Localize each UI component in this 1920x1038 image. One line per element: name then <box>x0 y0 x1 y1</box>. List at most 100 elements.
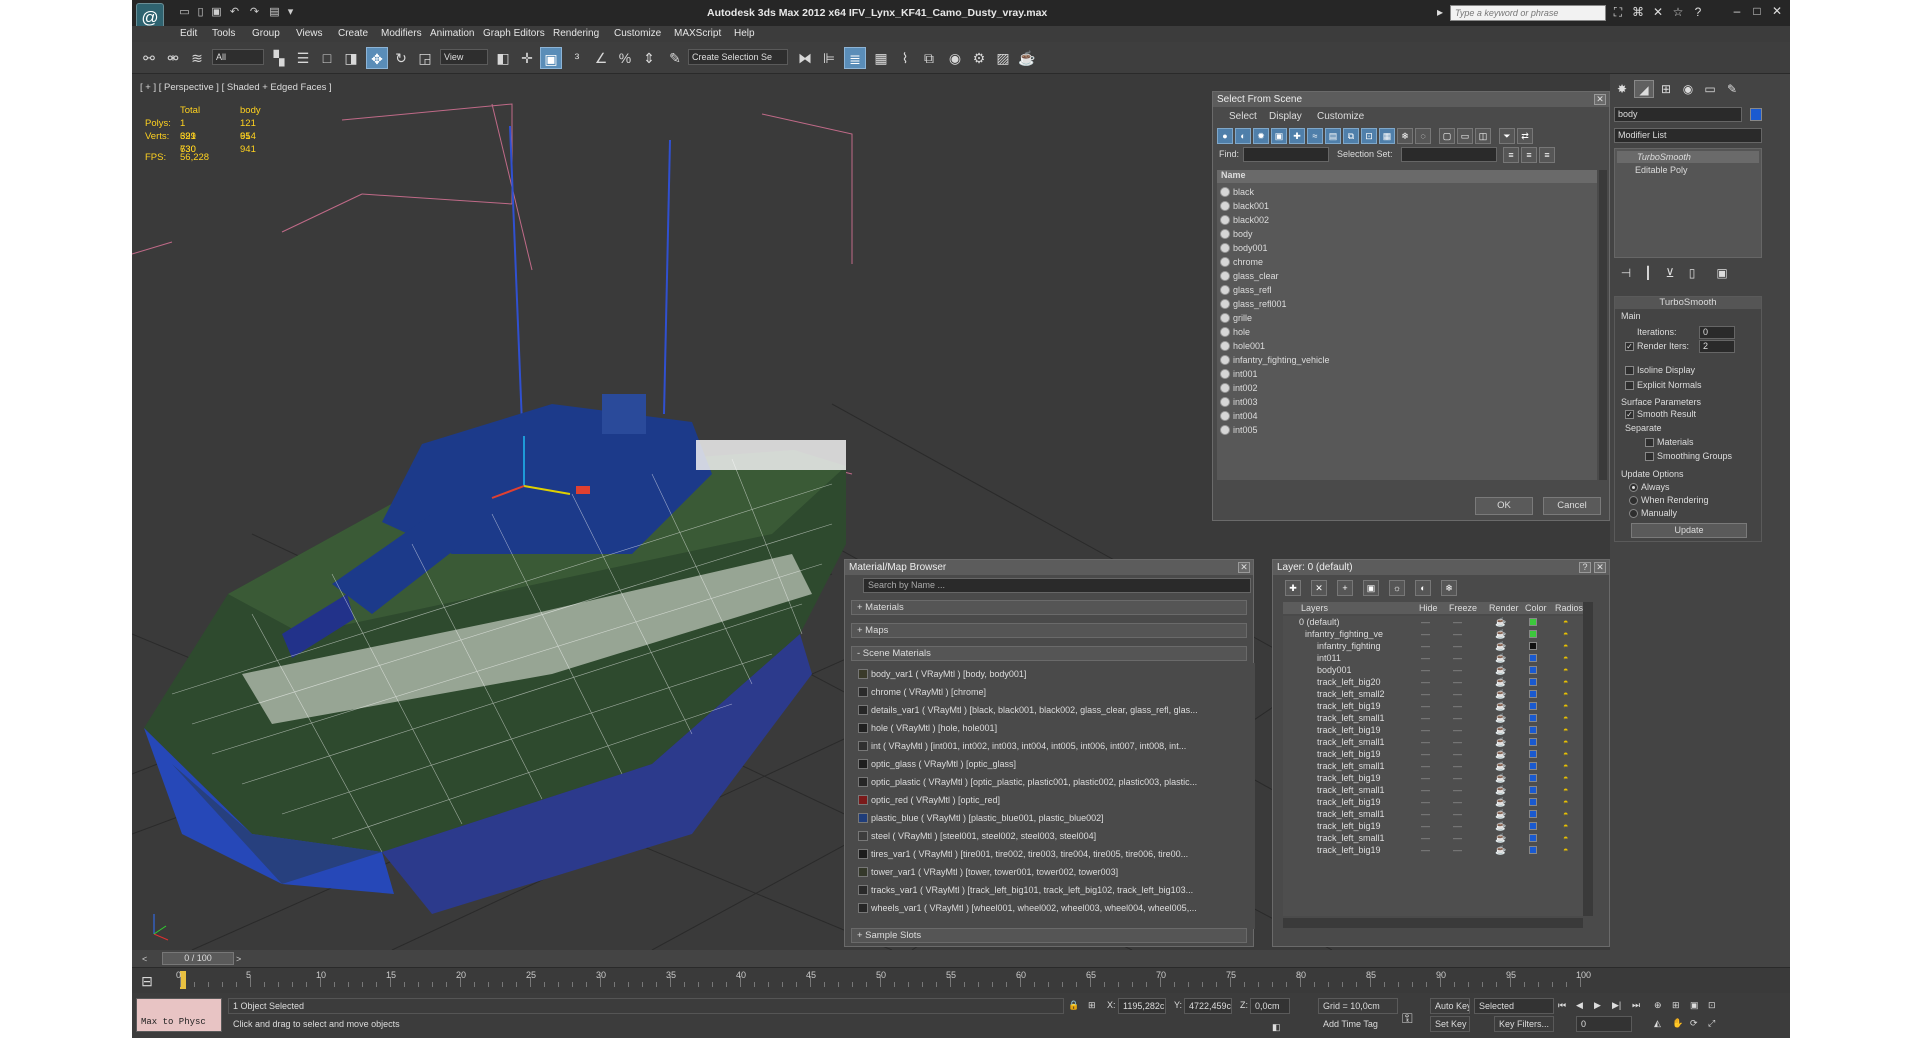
spinner-snap-icon[interactable]: ⇕ <box>638 47 660 69</box>
hide-toggle-icon[interactable]: — <box>1421 712 1430 724</box>
hide-toggle-icon[interactable]: — <box>1421 796 1430 808</box>
hide-toggle-icon[interactable]: — <box>1421 784 1430 796</box>
radiosity-icon[interactable]: ◓ <box>1563 844 1568 856</box>
freeze-toggle-icon[interactable]: — <box>1453 760 1462 772</box>
select-and-scale-icon[interactable]: ◲ <box>414 47 436 69</box>
scene-material-item[interactable]: optic_red ( VRayMtl ) [optic_red] <box>855 793 1245 807</box>
time-slider-prev-icon[interactable]: < <box>142 954 147 964</box>
display-groups-icon[interactable]: ▤ <box>1325 128 1341 144</box>
scene-material-item[interactable]: optic_glass ( VRayMtl ) [optic_glass] <box>855 757 1245 771</box>
minimize-button[interactable]: – <box>1730 4 1744 18</box>
layer-row[interactable]: track_left_small1 — — ☕ ◓ <box>1283 808 1583 820</box>
sfs-menu-select[interactable]: Select <box>1229 111 1257 122</box>
radiosity-icon[interactable]: ◓ <box>1563 808 1568 820</box>
select-invert-icon[interactable]: ◫ <box>1475 128 1491 144</box>
radiosity-icon[interactable]: ◓ <box>1563 784 1568 796</box>
hide-toggle-icon[interactable]: — <box>1421 820 1430 832</box>
sfs-menu-customize[interactable]: Customize <box>1317 111 1364 122</box>
object-list-item[interactable]: black001 <box>1217 199 1597 213</box>
menu-customize[interactable]: Customize <box>614 28 661 39</box>
smooth-result-checkbox[interactable]: ✓ <box>1625 410 1634 419</box>
display-cameras-icon[interactable]: ▣ <box>1271 128 1287 144</box>
object-list-item[interactable]: body <box>1217 227 1597 241</box>
update-when-rendering-radio[interactable] <box>1629 496 1638 505</box>
layer-list-vscrollbar[interactable] <box>1583 602 1593 916</box>
object-list-item[interactable]: int001 <box>1217 367 1597 381</box>
mini-curve-editor-icon[interactable]: ⊟ <box>136 970 158 992</box>
explicit-normals-checkbox[interactable] <box>1625 381 1634 390</box>
freeze-toggle-icon[interactable]: — <box>1453 784 1462 796</box>
set-key-icon[interactable]: ⚿ <box>1402 1010 1413 1027</box>
display-geometry-icon[interactable]: ● <box>1217 128 1233 144</box>
y-coordinate-field[interactable]: 4722,459c <box>1184 998 1232 1014</box>
select-object-icon[interactable]: ▚ <box>268 47 290 69</box>
stack-item-turbosmooth[interactable]: TurboSmooth <box>1617 151 1759 163</box>
freeze-toggle-icon[interactable]: — <box>1453 676 1462 688</box>
zoom-extents-icon[interactable]: ▣ <box>1690 1000 1699 1011</box>
named-selection-set-dropdown[interactable]: Create Selection Se <box>688 49 788 65</box>
object-list-item[interactable]: int002 <box>1217 381 1597 395</box>
freeze-toggle-icon[interactable]: — <box>1453 724 1462 736</box>
filter-funnel-icon[interactable]: ⏷ <box>1499 128 1515 144</box>
go-to-start-icon[interactable]: ⏮ <box>1558 1000 1566 1011</box>
menu-views[interactable]: Views <box>296 28 323 39</box>
window-crossing-icon[interactable]: ◨ <box>340 47 362 69</box>
scene-material-item[interactable]: chrome ( VRayMtl ) [chrome] <box>855 685 1245 699</box>
help-search-input[interactable]: Type a keyword or phrase <box>1450 5 1606 21</box>
pivot-center-icon[interactable]: ◧ <box>492 47 514 69</box>
layer-row[interactable]: track_left_big20 — — ☕ ◓ <box>1283 676 1583 688</box>
layer-help-icon[interactable]: ? <box>1579 562 1591 573</box>
hide-toggle-icon[interactable]: — <box>1421 832 1430 844</box>
select-none-icon[interactable]: ▭ <box>1457 128 1473 144</box>
scene-material-item[interactable]: details_var1 ( VRayMtl ) [black, black00… <box>855 703 1245 717</box>
hide-toggle-icon[interactable]: — <box>1421 808 1430 820</box>
orbit-icon[interactable]: ⟳ <box>1690 1018 1698 1029</box>
x-coordinate-field[interactable]: 1195,282c <box>1118 998 1166 1014</box>
favorites-star-icon[interactable]: ☆ <box>1670 4 1686 20</box>
key-mode-dropdown[interactable]: Selected <box>1474 998 1554 1014</box>
select-manipulate-icon[interactable]: ✛ <box>516 47 538 69</box>
scene-material-item[interactable]: hole ( VRayMtl ) [hole, hole001] <box>855 721 1245 735</box>
hierarchy-tab-icon[interactable]: ⊞ <box>1656 80 1676 98</box>
isoline-display-checkbox[interactable] <box>1625 366 1634 375</box>
time-slider[interactable]: < 0 / 100 > <box>132 950 1790 967</box>
freeze-toggle-icon[interactable]: — <box>1453 688 1462 700</box>
maximize-button[interactable]: □ <box>1750 4 1764 18</box>
scene-material-item[interactable]: steel ( VRayMtl ) [steel001, steel002, s… <box>855 829 1245 843</box>
redo-icon[interactable]: ↷ <box>248 6 261 18</box>
render-teapot-icon[interactable]: ☕ <box>1495 664 1506 676</box>
layer-row[interactable]: int011 — — ☕ ◓ <box>1283 652 1583 664</box>
hide-toggle-icon[interactable]: — <box>1421 688 1430 700</box>
layer-row[interactable]: track_left_big19 — — ☕ ◓ <box>1283 700 1583 712</box>
separate-materials-checkbox[interactable] <box>1645 438 1654 447</box>
freeze-toggle-icon[interactable]: — <box>1453 796 1462 808</box>
radiosity-icon[interactable]: ◓ <box>1563 820 1568 832</box>
layer-row[interactable]: track_left_small1 — — ☕ ◓ <box>1283 784 1583 796</box>
radiosity-icon[interactable]: ◓ <box>1563 664 1568 676</box>
hide-all-layers-icon[interactable]: ◐ <box>1415 580 1431 596</box>
scene-material-item[interactable]: tracks_var1 ( VRayMtl ) [track_left_big1… <box>855 883 1245 897</box>
freeze-toggle-icon[interactable]: — <box>1453 628 1462 640</box>
layer-manager-icon[interactable]: ≣ <box>844 47 866 69</box>
align-icon[interactable]: ⊫ <box>818 47 840 69</box>
cancel-button[interactable]: Cancel <box>1543 497 1601 515</box>
show-end-result-icon[interactable]: ┃ <box>1638 264 1658 282</box>
update-button[interactable]: Update <box>1631 523 1747 538</box>
object-list-item[interactable]: grille <box>1217 311 1597 325</box>
render-teapot-icon[interactable]: ☕ <box>1495 724 1506 736</box>
zoom-icon[interactable]: ⊕ <box>1654 1000 1662 1011</box>
radiosity-icon[interactable]: ◓ <box>1563 688 1568 700</box>
menu-modifiers[interactable]: Modifiers <box>381 28 422 39</box>
go-to-end-icon[interactable]: ⏭ <box>1632 1000 1640 1011</box>
layer-color-swatch[interactable] <box>1529 618 1537 626</box>
angle-snap-icon[interactable]: ∠ <box>590 47 612 69</box>
layer-color-swatch[interactable] <box>1529 774 1537 782</box>
layers-column[interactable]: Layers <box>1301 603 1328 613</box>
iterations-spinner[interactable]: 0 <box>1699 326 1735 339</box>
create-tab-icon[interactable]: ✸ <box>1612 80 1632 98</box>
layer-row[interactable]: infantry_fighting_ve — — ☕ ◓ <box>1283 628 1583 640</box>
search-arrow-icon[interactable]: ▸ <box>1432 4 1448 20</box>
time-slider-next-icon[interactable]: > <box>236 954 241 964</box>
sfs-menu-display[interactable]: Display <box>1269 111 1302 122</box>
display-shapes-icon[interactable]: ◐ <box>1235 128 1251 144</box>
